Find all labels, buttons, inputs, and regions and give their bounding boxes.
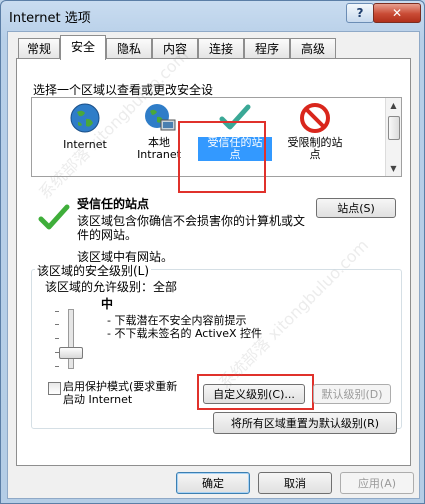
- checkmark-icon: [38, 204, 70, 230]
- internet-options-window: Internet 选项 ? ✕ 常规 安全 隐私 内容 连接 程序 高级 选择一…: [0, 0, 425, 504]
- tab-programs[interactable]: 程序: [244, 38, 290, 59]
- select-zone-label: 选择一个区域以查看或更改安全设: [33, 83, 214, 97]
- scroll-down-icon[interactable]: ▼: [386, 161, 401, 176]
- default-level-button[interactable]: 默认级别(D): [313, 384, 391, 404]
- security-level-slider-track[interactable]: [68, 309, 74, 369]
- tab-content[interactable]: 内容: [152, 38, 198, 59]
- level-bullet-2: - 不下载未签名的 ActiveX 控件: [107, 327, 263, 340]
- slider-tick: [55, 366, 59, 367]
- allowed-levels-text: 该区域的允许级别：全部: [45, 280, 178, 294]
- reset-all-zones-button[interactable]: 将所有区域重置为默认级别(R): [213, 412, 397, 434]
- tab-security[interactable]: 安全: [60, 35, 106, 60]
- zone-internet[interactable]: Internet: [50, 102, 120, 151]
- protected-mode-checkbox[interactable]: [48, 382, 61, 395]
- ok-button[interactable]: 确定: [176, 472, 250, 494]
- protected-mode-label: 启用保护模式(要求重新 启动 Internet: [63, 380, 178, 406]
- slider-tick: [55, 338, 59, 339]
- window-title: Internet 选项: [9, 11, 91, 26]
- tab-connections[interactable]: 连接: [198, 38, 244, 59]
- scroll-up-icon[interactable]: ▲: [386, 98, 401, 113]
- zone-restricted-sites-label: 受限制的站 点: [287, 136, 343, 161]
- security-level-group-label: 该区域的安全级别(L): [35, 262, 152, 279]
- zone-title: 受信任的站点: [77, 197, 150, 211]
- cancel-button[interactable]: 取消: [258, 472, 332, 494]
- zone-list-scrollbar[interactable]: ▲ ▼: [385, 98, 401, 176]
- zone-internet-label: Internet: [63, 138, 107, 151]
- globe-icon: [70, 103, 100, 133]
- security-panel: 选择一个区域以查看或更改安全设 Internet 本地 Intranet 受信任…: [16, 58, 411, 466]
- highlight-trusted-zone: [178, 121, 266, 193]
- apply-button[interactable]: 应用(A): [340, 472, 414, 494]
- scroll-thumb[interactable]: [388, 116, 400, 140]
- close-button[interactable]: ✕: [373, 3, 421, 23]
- zone-description: 该区域包含你确信不会损害你的计算机或文 件的网站。: [77, 214, 306, 242]
- help-button[interactable]: ?: [346, 3, 374, 23]
- level-name: 中: [101, 297, 114, 311]
- security-level-slider-thumb[interactable]: [59, 347, 83, 359]
- restricted-icon: [300, 103, 330, 133]
- tab-advanced[interactable]: 高级: [290, 38, 336, 59]
- dialog-client-area: 常规 安全 隐私 内容 连接 程序 高级 选择一个区域以查看或更改安全设 Int…: [7, 31, 420, 499]
- tab-general[interactable]: 常规: [18, 38, 60, 59]
- zone-restricted-sites[interactable]: 受限制的站 点: [278, 102, 352, 161]
- slider-tick: [55, 311, 59, 312]
- intranet-globe-icon: [145, 104, 176, 131]
- slider-tick: [55, 324, 59, 325]
- highlight-custom-level: [197, 374, 314, 410]
- tab-privacy[interactable]: 隐私: [106, 38, 152, 59]
- title-bar: Internet 选项 ? ✕: [1, 1, 424, 31]
